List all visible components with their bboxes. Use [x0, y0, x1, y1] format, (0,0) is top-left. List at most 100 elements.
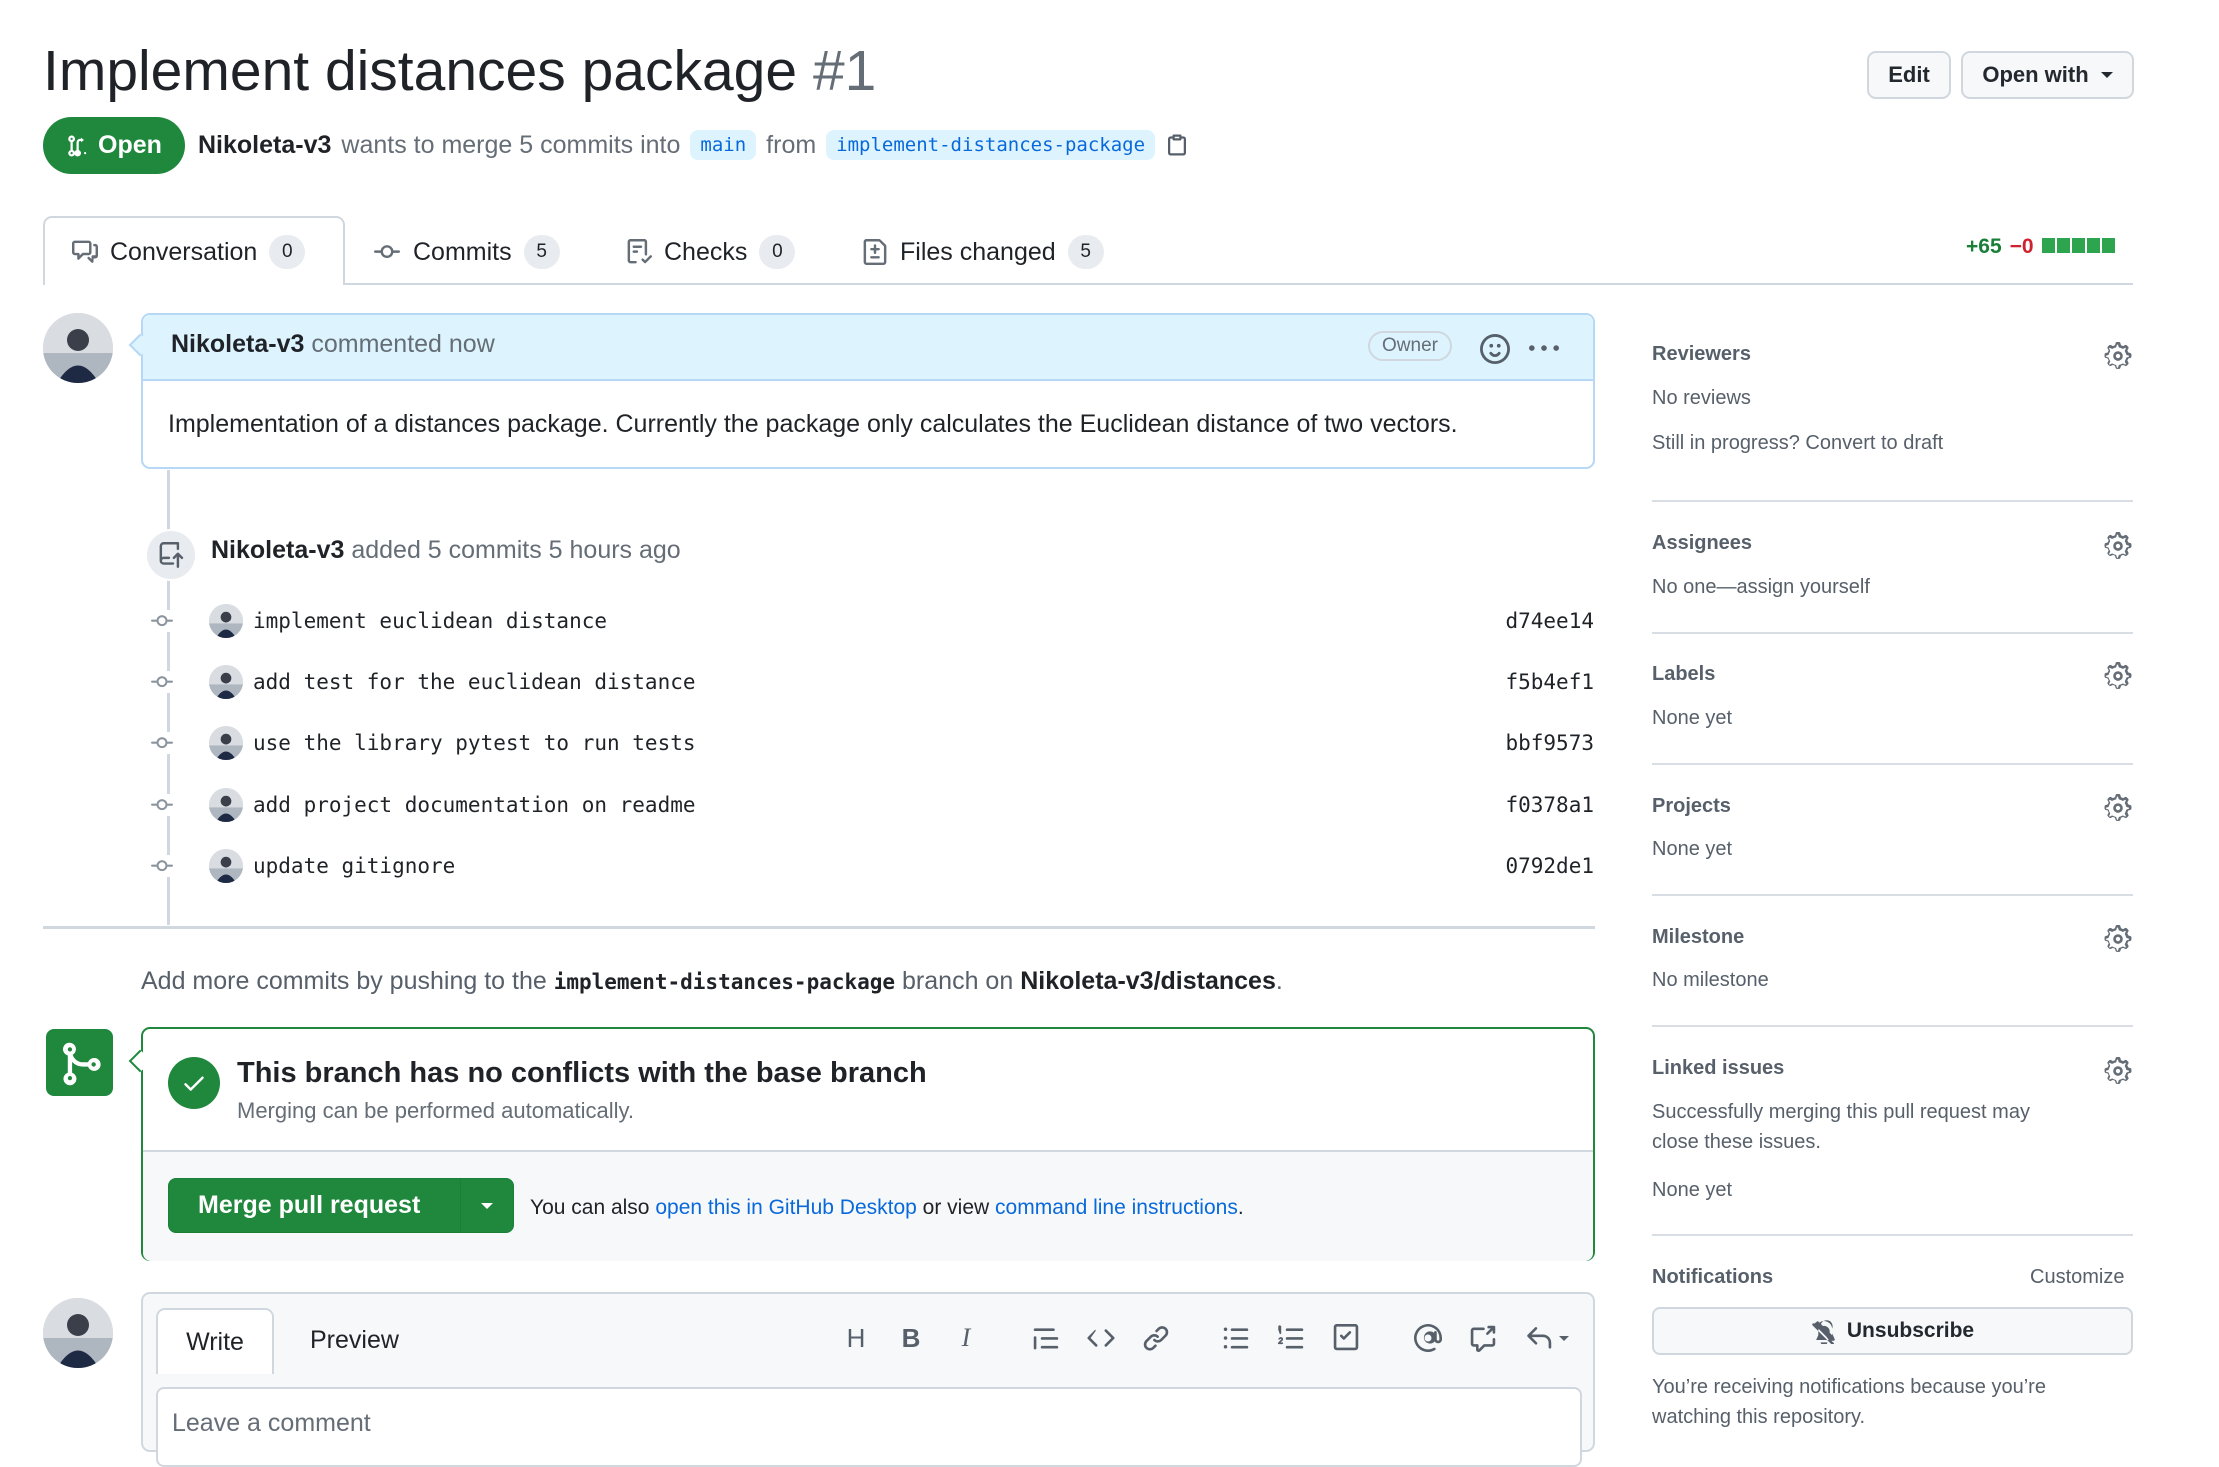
push-hint-repo[interactable]: Nikoleta-v3/distances [1020, 967, 1276, 995]
avatar[interactable] [43, 1298, 113, 1368]
commit-message[interactable]: implement euclidean distance [253, 609, 607, 633]
merge-title: This branch has no conflicts with the ba… [237, 1057, 927, 1089]
git-commit-icon [147, 794, 177, 816]
list-item[interactable]: add project documentation on readme f0378… [147, 783, 1607, 827]
also-text: You can also [530, 1196, 650, 1219]
copy-icon[interactable] [1165, 132, 1189, 158]
head-branch[interactable]: implement-distances-package [826, 130, 1156, 160]
commit-sha[interactable]: bbf9573 [1505, 731, 1594, 755]
tab-commits-count: 5 [523, 235, 560, 269]
unsubscribe-button[interactable]: Unsubscribe [1652, 1307, 2133, 1355]
tab-conversation[interactable]: Conversation 0 [72, 230, 306, 274]
checklist-icon [627, 239, 652, 264]
pr-author-link[interactable]: Nikoleta-v3 [198, 131, 331, 160]
list-item[interactable]: update gitignore 0792de1 [147, 844, 1607, 888]
ordered-list-icon[interactable] [1273, 1320, 1309, 1356]
merge-method-dropdown[interactable] [461, 1202, 513, 1209]
diffstat-additions: +65 [1966, 235, 2002, 258]
kebab-horizontal-icon[interactable] [1528, 334, 1560, 364]
comment-textarea[interactable]: Leave a comment [156, 1387, 1582, 1467]
tab-checks-label: Checks [664, 237, 748, 266]
heading-icon[interactable]: H [838, 1320, 874, 1356]
base-branch[interactable]: main [690, 130, 757, 160]
commit-message[interactable]: use the library pytest to run tests [253, 731, 696, 755]
list-item[interactable]: add test for the euclidean distance f5b4e… [147, 660, 1607, 704]
caret-down-icon [1559, 1335, 1569, 1341]
customize-link[interactable]: Customize [2030, 1262, 2124, 1292]
labels-heading[interactable]: Labels [1652, 663, 1715, 686]
avatar[interactable] [209, 788, 243, 822]
tab-checks-count: 0 [759, 235, 796, 269]
commit-sha[interactable]: 0792de1 [1505, 854, 1594, 878]
avatar[interactable] [209, 604, 243, 638]
task-list-icon[interactable] [1328, 1320, 1364, 1356]
italic-icon[interactable]: I [948, 1320, 984, 1356]
notifications-reason-2: watching this repository. [1652, 1406, 1866, 1428]
commit-sha[interactable]: d74ee14 [1505, 609, 1594, 633]
gear-icon[interactable] [2104, 532, 2134, 562]
cli-instructions-link[interactable]: command line instructions [995, 1196, 1238, 1219]
tab-checks[interactable]: Checks 0 [626, 230, 796, 274]
github-desktop-link[interactable]: open this in GitHub Desktop [655, 1196, 916, 1219]
commit-sha[interactable]: f5b4ef1 [1505, 670, 1594, 694]
comment-author[interactable]: Nikoleta-v3 [171, 330, 304, 358]
timeline-divider [43, 926, 1595, 929]
open-with-button[interactable]: Open with [1961, 51, 2134, 99]
reviewers-heading[interactable]: Reviewers [1652, 343, 1751, 366]
tab-preview[interactable]: Preview [310, 1326, 399, 1355]
edit-button[interactable]: Edit [1867, 51, 1951, 99]
notifications-reason-1: You’re receiving notifications because y… [1652, 1376, 2046, 1398]
gear-icon[interactable] [2104, 662, 2134, 692]
bold-icon[interactable]: B [893, 1320, 929, 1356]
linked-issues-desc-2: close these issues. [1652, 1131, 1821, 1153]
git-merge-icon [46, 1029, 113, 1096]
milestone-heading[interactable]: Milestone [1652, 926, 1744, 949]
list-item[interactable]: implement euclidean distance d74ee14 [147, 599, 1607, 643]
gear-icon[interactable] [2104, 794, 2134, 824]
merge-pull-request-button[interactable]: Merge pull request [168, 1178, 514, 1233]
commit-sha[interactable]: f0378a1 [1505, 793, 1594, 817]
caret-down-icon [2100, 72, 2113, 78]
tab-commits[interactable]: Commits 5 [373, 230, 560, 274]
smiley-icon[interactable] [1480, 334, 1510, 364]
list-item[interactable]: use the library pytest to run tests bbf95… [147, 721, 1607, 765]
git-commit-icon [147, 610, 177, 632]
convert-to-draft-link[interactable]: Still in progress? Convert to draft [1652, 428, 1943, 458]
linked-issues-heading[interactable]: Linked issues [1652, 1057, 1784, 1080]
git-commit-icon [374, 245, 400, 259]
projects-heading[interactable]: Projects [1652, 795, 1731, 818]
unordered-list-icon[interactable] [1218, 1320, 1254, 1356]
quote-icon[interactable] [1028, 1320, 1064, 1356]
avatar[interactable] [209, 849, 243, 883]
gear-icon[interactable] [2104, 925, 2134, 955]
gear-icon[interactable] [2104, 1057, 2134, 1087]
commit-message[interactable]: add test for the euclidean distance [253, 670, 696, 694]
avatar[interactable] [43, 313, 113, 383]
notifications-heading: Notifications [1652, 1266, 1774, 1288]
commit-message[interactable]: add project documentation on readme [253, 793, 696, 817]
assignees-heading[interactable]: Assignees [1652, 532, 1752, 555]
cross-reference-icon[interactable] [1465, 1320, 1501, 1356]
tab-write[interactable]: Write [156, 1308, 274, 1374]
comment-action: commented now [311, 330, 495, 358]
assignees-value[interactable]: No one—assign yourself [1652, 572, 1870, 602]
merge-text: wants to merge 5 commits into [341, 130, 681, 159]
tab-files-changed[interactable]: Files changed 5 [862, 230, 1104, 274]
user-avatar-icon [43, 1298, 113, 1368]
code-icon[interactable] [1083, 1320, 1119, 1356]
gear-icon[interactable] [2104, 342, 2134, 372]
diffstat-bar [2041, 235, 2117, 259]
diffstat[interactable]: +65 −0 [1966, 235, 2117, 259]
link-icon[interactable] [1138, 1320, 1174, 1356]
avatar[interactable] [209, 665, 243, 699]
tab-conversation-count: 0 [269, 235, 306, 269]
push-hint-prefix: Add more commits by pushing to the [141, 967, 547, 995]
commits-event-author[interactable]: Nikoleta-v3 [211, 536, 344, 564]
mention-icon[interactable] [1410, 1320, 1446, 1356]
linked-issues-desc-1: Successfully merging this pull request m… [1652, 1101, 2030, 1123]
saved-replies-button[interactable] [1520, 1320, 1574, 1356]
git-commit-icon [147, 671, 177, 693]
commit-message[interactable]: update gitignore [253, 854, 455, 878]
user-avatar-icon [43, 313, 113, 383]
avatar[interactable] [209, 726, 243, 760]
